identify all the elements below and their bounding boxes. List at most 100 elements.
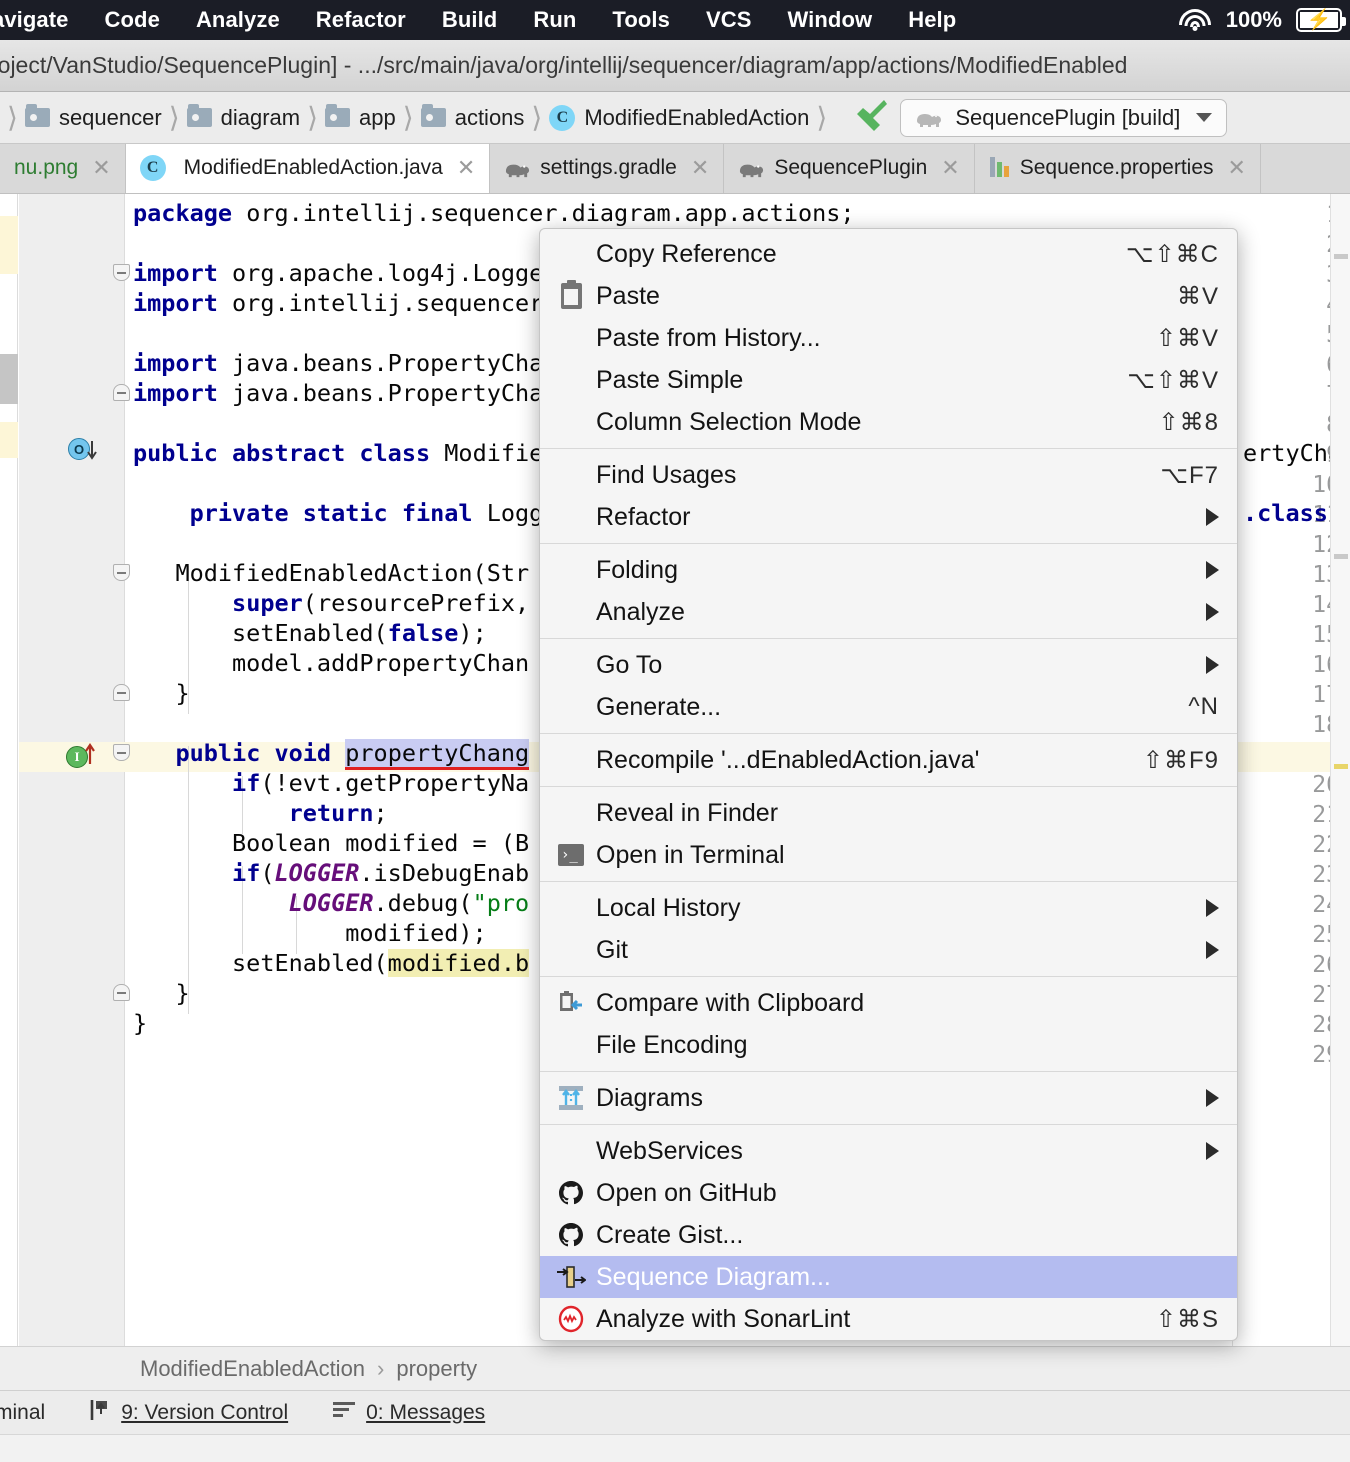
menu-item-find-usages[interactable]: Find Usages ⌥F7 [540,454,1237,496]
menu-item-generate[interactable]: Generate... ^N [540,686,1237,728]
close-icon[interactable]: ✕ [1228,155,1246,181]
menu-item-go-to[interactable]: Go To [540,644,1237,686]
menu-item-label: Diagrams [596,1084,1206,1113]
menu-item-file-encoding[interactable]: File Encoding [540,1024,1237,1066]
menu-item-paste[interactable]: Paste ⌘V [540,275,1237,317]
menu-item-compare-with-clipboard[interactable]: Compare with Clipboard [540,982,1237,1024]
menu-navigate[interactable]: avigate [0,7,87,33]
tab-nu-png[interactable]: nu.png ✕ [0,144,126,193]
menu-run[interactable]: Run [515,7,594,33]
menu-item-refactor[interactable]: Refactor [540,496,1237,538]
menu-item-label: Column Selection Mode [596,408,1135,437]
nav-crumb-app[interactable]: app ⟩ [325,101,421,134]
menu-item-recompile-file[interactable]: Recompile '...dEnabledAction.java' ⇧⌘F9 [540,739,1237,781]
fold-marker[interactable] [113,684,130,701]
breadcrumb-class[interactable]: ModifiedEnabledAction [0,1356,365,1382]
stripe-mark[interactable] [1334,554,1348,559]
menu-separator [540,638,1237,639]
tab-label: Sequence.properties [1020,156,1214,180]
menu-item-reveal-in-finder[interactable]: Reveal in Finder [540,792,1237,834]
fold-marker[interactable] [113,564,130,581]
menu-build[interactable]: Build [424,7,516,33]
nav-crumb-actions[interactable]: actions ⟩ [421,101,550,134]
menu-item-label: Analyze [596,598,1206,627]
menu-item-local-history[interactable]: Local History [540,887,1237,929]
terminal-icon: ›_ [554,844,588,866]
chevron-right-icon: ⟩ [300,101,325,134]
nav-crumb-label: sequencer [59,105,162,131]
menu-analyze[interactable]: Analyze [178,7,298,33]
fold-marker[interactable] [113,744,130,761]
chevron-down-icon[interactable] [1196,113,1212,122]
menu-item-shortcut: ⇧⌘S [1132,1305,1219,1334]
fold-marker[interactable] [113,984,130,1001]
scroll-thumb[interactable] [0,354,18,404]
tab-sequenceplugin[interactable]: SequencePlugin ✕ [724,144,974,193]
menu-item-folding[interactable]: Folding [540,549,1237,591]
menu-item-paste-from-history[interactable]: Paste from History... ⇧⌘V [540,317,1237,359]
status-label: rminal [0,1401,45,1425]
close-icon[interactable]: ✕ [941,155,959,181]
tab-settings-gradle[interactable]: settings.gradle ✕ [490,144,724,193]
menu-item-paste-simple[interactable]: Paste Simple ⌥⇧⌘V [540,359,1237,401]
menu-item-webservices[interactable]: WebServices [540,1130,1237,1172]
status-label: 9: Version Control [121,1401,288,1425]
fold-marker[interactable] [113,264,130,281]
menu-tools[interactable]: Tools [594,7,688,33]
menu-item-label: Paste from History... [596,324,1132,353]
menu-item-label: Open in Terminal [596,841,1219,870]
submenu-arrow-icon [1206,561,1219,579]
menu-item-create-gist[interactable]: Create Gist... [540,1214,1237,1256]
breadcrumb-member[interactable]: property [396,1356,477,1382]
menu-item-column-selection-mode[interactable]: Column Selection Mode ⇧⌘8 [540,401,1237,443]
stripe-mark[interactable] [1334,254,1348,259]
vcs-branch-icon [89,1398,111,1428]
nav-crumb-modifiedenabledaction[interactable]: C ModifiedEnabledAction ⟩ [549,101,834,134]
nav-crumb-label: actions [455,105,525,131]
submenu-arrow-icon [1206,1142,1219,1160]
submenu-arrow-icon [1206,656,1219,674]
menu-item-open-on-github[interactable]: Open on GitHub [540,1172,1237,1214]
menu-item-open-in-terminal[interactable]: ›_ Open in Terminal [540,834,1237,876]
status-messages-tool-window[interactable]: 0: Messages [310,1400,507,1426]
hammer-icon[interactable] [848,95,890,140]
messages-icon [332,1400,356,1426]
menu-item-analyze-with-sonarlint[interactable]: Analyze with SonarLint ⇧⌘S [540,1298,1237,1340]
menu-vcs[interactable]: VCS [688,7,770,33]
fold-marker[interactable] [113,384,130,401]
menu-item-shortcut: ⌥⇧⌘V [1103,366,1219,395]
editor-context-menu[interactable]: Copy Reference ⌥⇧⌘C Paste ⌘V Paste from … [539,228,1238,1341]
close-icon[interactable]: ✕ [92,155,110,181]
gradle-elephant-icon [915,108,943,128]
close-icon[interactable]: ✕ [691,155,709,181]
tab-sequence-properties[interactable]: Sequence.properties ✕ [975,144,1261,193]
menu-refactor[interactable]: Refactor [298,7,424,33]
menu-item-diagrams[interactable]: Diagrams [540,1077,1237,1119]
menu-window[interactable]: Window [770,7,891,33]
nav-crumb-diagram[interactable]: diagram ⟩ [187,101,325,134]
stripe-mark[interactable] [1334,764,1348,769]
editor-error-stripe[interactable] [1330,194,1350,1346]
menu-item-label: Paste Simple [596,366,1103,395]
status-terminal-tool-window[interactable]: rminal [0,1401,67,1425]
menu-help[interactable]: Help [890,7,974,33]
wifi-icon[interactable] [1178,7,1212,33]
menu-item-git[interactable]: Git [540,929,1237,971]
nav-crumb-label: diagram [221,105,300,131]
status-version-control-tool-window[interactable]: 9: Version Control [67,1398,310,1428]
tab-label: nu.png [14,156,78,180]
tab-modifiedenabledaction-java[interactable]: C ModifiedEnabledAction.java ✕ [126,144,491,193]
menu-item-sequence-diagram[interactable]: Sequence Diagram... [540,1256,1237,1298]
breadcrumb-separator-icon: ⟩ [0,101,25,134]
sonarlint-icon [554,1305,588,1333]
menu-item-label: Recompile '...dEnabledAction.java' [596,746,1119,775]
close-icon[interactable]: ✕ [457,155,475,181]
menu-item-label: Paste [596,282,1153,311]
menu-code[interactable]: Code [87,7,178,33]
menu-item-copy-reference[interactable]: Copy Reference ⌥⇧⌘C [540,233,1237,275]
implements-arrow-icon [84,742,98,771]
battery-charging-icon[interactable]: ⚡ [1296,8,1342,32]
run-configuration-selector[interactable]: SequencePlugin [build] [900,99,1227,137]
menu-item-analyze[interactable]: Analyze [540,591,1237,633]
nav-crumb-sequencer[interactable]: sequencer ⟩ [25,101,187,134]
